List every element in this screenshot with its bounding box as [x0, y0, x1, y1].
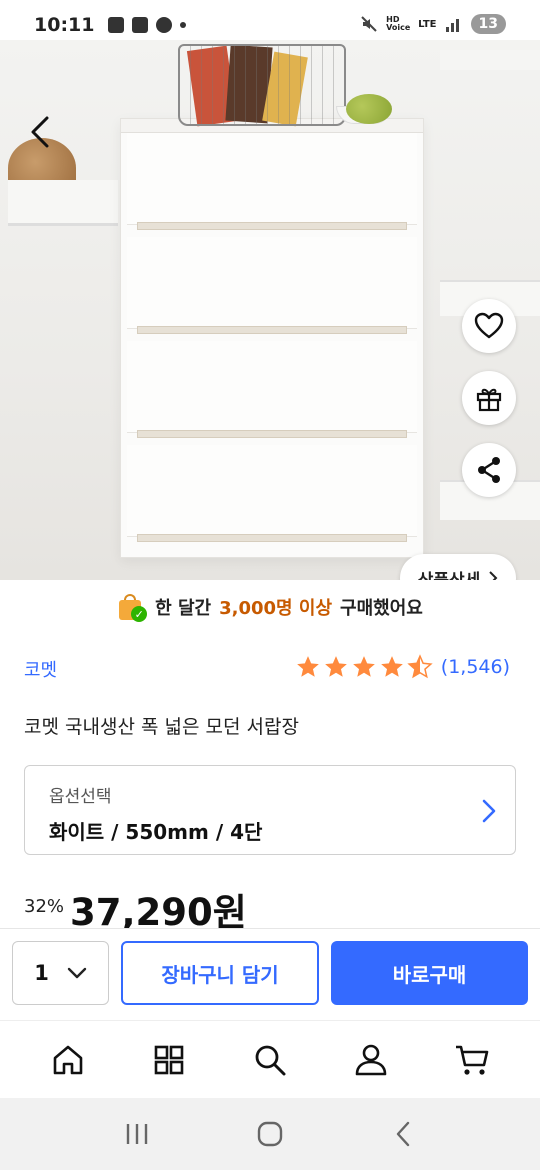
share-icon — [478, 457, 500, 483]
system-navigation — [0, 1098, 540, 1170]
chevron-right-icon — [482, 799, 496, 823]
nav-categories[interactable] — [142, 1033, 196, 1087]
person-icon — [355, 1044, 387, 1075]
product-detail-button[interactable]: 상품상세 — [400, 554, 516, 580]
add-to-cart-button[interactable]: 장바구니 담기 — [121, 941, 319, 1005]
status-right: HD Voice LTE 13 — [360, 14, 506, 34]
star-half-icon — [407, 654, 433, 679]
back-button[interactable] — [18, 110, 62, 154]
back-arrow-icon — [31, 116, 49, 148]
wall-shelf-decor — [440, 50, 540, 70]
back-chevron-icon — [397, 1121, 410, 1147]
purchase-count-banner: ✓ 한 달간 3,000명 이상 구매했어요 — [0, 584, 540, 630]
star-full-icon — [296, 656, 319, 677]
star-full-icon — [352, 656, 375, 677]
heart-icon — [474, 312, 504, 339]
product-photo-dresser — [120, 118, 424, 558]
shopping-bag-check-icon: ✓ — [117, 592, 148, 622]
gift-icon — [476, 388, 502, 412]
recent-apps-icon — [126, 1124, 147, 1144]
banner-suffix: 구매했어요 — [340, 598, 423, 619]
gift-button[interactable] — [462, 371, 516, 425]
nav-home[interactable] — [41, 1033, 95, 1087]
status-time: 10:11 — [34, 14, 95, 36]
share-button[interactable] — [462, 443, 516, 497]
network-label: LTE — [418, 18, 437, 30]
hd-voice-label: HD Voice — [386, 15, 411, 32]
option-select[interactable]: 옵션선택 화이트 / 550mm / 4단 — [24, 765, 516, 855]
wire-basket-decor — [178, 44, 346, 126]
product-image-carousel[interactable]: 상품상세 — [0, 40, 540, 580]
chevron-down-icon — [67, 967, 87, 979]
banner-highlight: 3,000명 이상 — [219, 598, 333, 619]
search-icon — [255, 1045, 286, 1075]
drawer — [127, 237, 417, 334]
battery-badge: 13 — [470, 14, 506, 34]
star-full-icon — [380, 656, 403, 677]
quantity-value: 1 — [34, 961, 49, 985]
alert-notification-icon — [108, 17, 125, 33]
apples-decor — [346, 94, 392, 124]
home-circle-icon — [257, 1121, 283, 1147]
drawer-handle — [137, 430, 407, 438]
home-icon — [54, 1045, 83, 1074]
drawer-handle — [137, 534, 407, 542]
like-button[interactable] — [462, 299, 516, 353]
talk-icon — [156, 17, 173, 33]
cart-icon — [455, 1045, 488, 1075]
mute-icon — [361, 16, 377, 32]
notification-icons — [108, 17, 187, 33]
voicemail-icon — [132, 17, 149, 33]
brand-link[interactable]: 코멧 — [24, 656, 57, 682]
quantity-select[interactable]: 1 — [12, 941, 109, 1005]
nav-my[interactable] — [344, 1033, 398, 1087]
grid-icon — [154, 1045, 184, 1074]
star-full-icon — [324, 656, 347, 677]
option-value: 화이트 / 550mm / 4단 — [49, 820, 263, 844]
buy-bar: 1 장바구니 담기 바로구매 — [0, 928, 540, 1020]
rating[interactable]: (1,546) — [295, 654, 510, 680]
discount-rate: 32% — [24, 896, 65, 917]
option-label: 옵션선택 — [49, 787, 112, 807]
nav-search[interactable] — [243, 1033, 297, 1087]
drawer-handle — [137, 326, 407, 334]
banner-prefix: 한 달간 — [155, 598, 212, 619]
buy-now-button[interactable]: 바로구매 — [331, 941, 528, 1005]
home-system-button[interactable] — [240, 1104, 300, 1164]
rating-count[interactable]: (1,546) — [441, 656, 510, 678]
recent-apps-button[interactable] — [107, 1104, 167, 1164]
drawer — [127, 341, 417, 438]
drawer — [127, 445, 417, 542]
product-title: 코멧 국내생산 폭 넓은 모던 서랍장 — [24, 716, 299, 738]
wall-shelf-decor — [8, 180, 118, 226]
signal-icon — [445, 19, 459, 32]
product-detail-label: 상품상세 — [418, 566, 481, 581]
drawer — [127, 133, 417, 230]
chevron-right-icon — [489, 571, 498, 580]
back-system-button[interactable] — [373, 1104, 433, 1164]
more-notifications-icon — [180, 22, 187, 28]
nav-cart[interactable] — [445, 1033, 499, 1087]
drawer-handle — [137, 222, 407, 230]
bottom-navigation — [0, 1020, 540, 1098]
